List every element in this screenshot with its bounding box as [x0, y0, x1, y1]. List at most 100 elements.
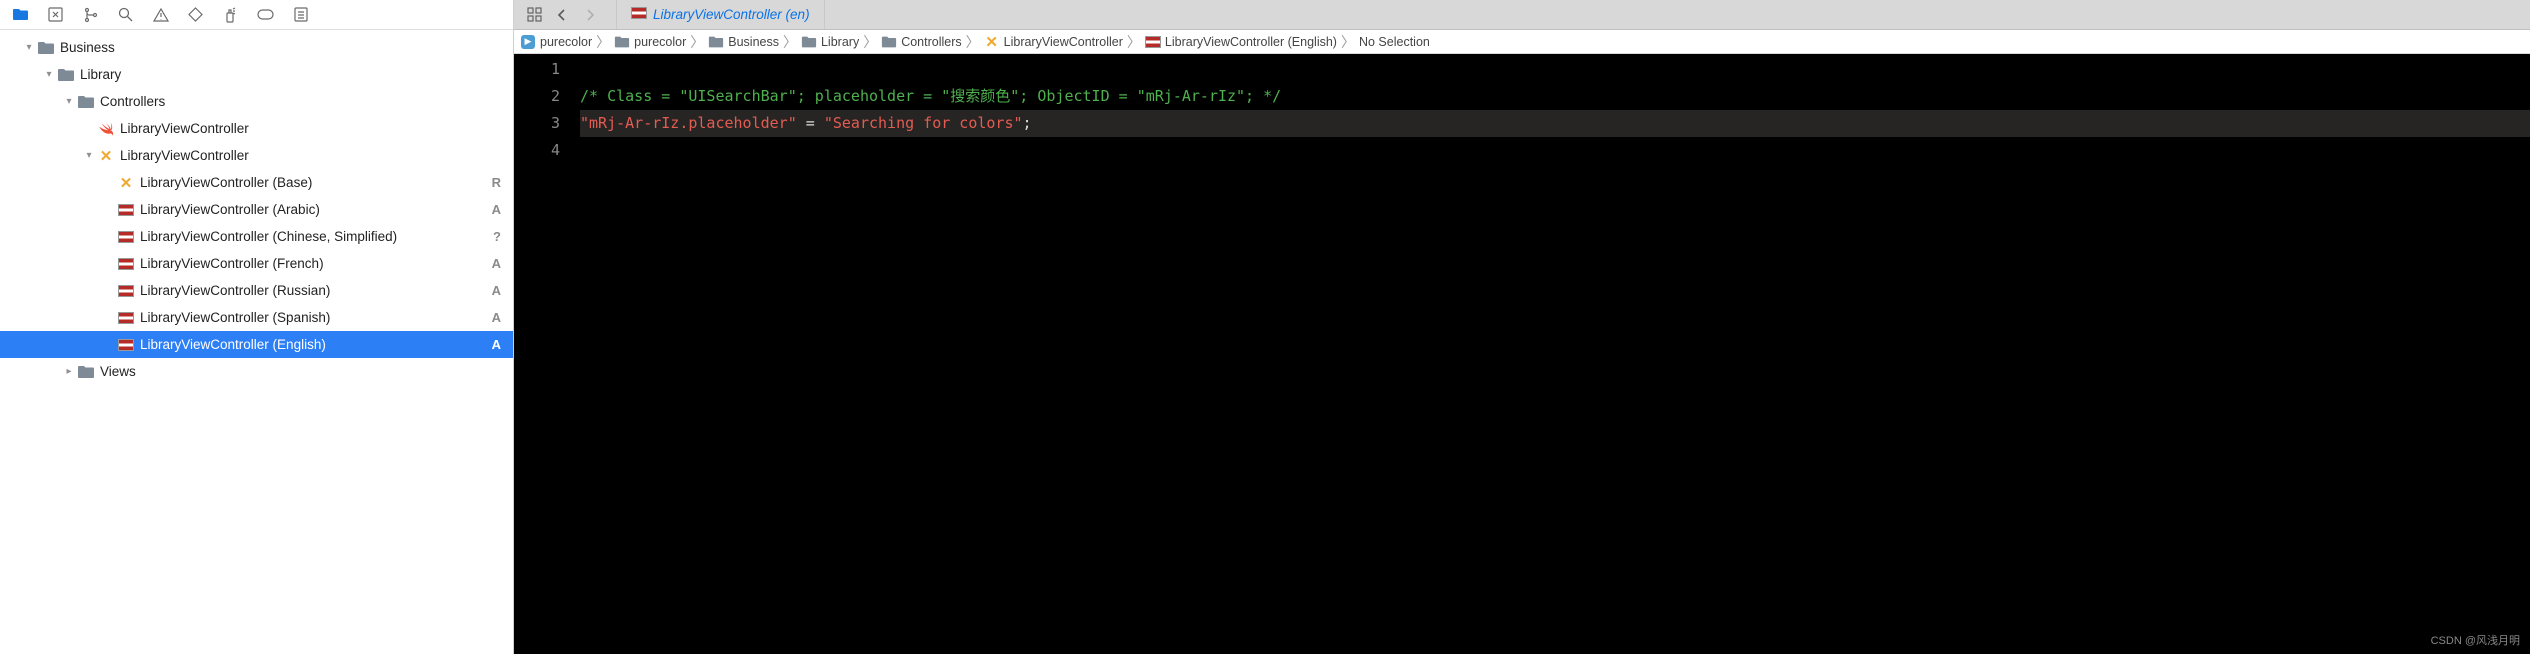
code-line[interactable]: "mRj-Ar-rIz.placeholder" = "Searching fo… [580, 110, 2530, 137]
spray-icon[interactable] [222, 6, 239, 23]
breadcrumb-item[interactable]: ▶ purecolor [520, 34, 592, 50]
tree-row[interactable]: LibraryViewController (Spanish) A [0, 304, 513, 331]
tree-row[interactable]: ✕ LibraryViewController (Base) R [0, 169, 513, 196]
forward-icon[interactable] [580, 5, 600, 25]
tree-row[interactable]: ▾Controllers [0, 88, 513, 115]
tree-item-label: LibraryViewController (Base) [140, 175, 484, 190]
folder-icon [76, 363, 96, 381]
tree-row[interactable]: ▾ Library [0, 61, 513, 88]
breadcrumb-item[interactable]: Business [708, 34, 779, 50]
xib-icon: ✕ [116, 174, 136, 192]
tree-item-label: LibraryViewController (French) [140, 256, 484, 271]
breadcrumb-label: LibraryViewController (English) [1165, 35, 1337, 49]
square-x-icon[interactable] [47, 6, 64, 23]
breadcrumb-item[interactable]: Controllers [881, 34, 961, 50]
tree-row[interactable]: ▾✕LibraryViewController [0, 142, 513, 169]
back-icon[interactable] [552, 5, 572, 25]
xib-icon: ✕ [984, 34, 1000, 50]
breadcrumb-item[interactable]: LibraryViewController (English) [1145, 34, 1337, 50]
code-line[interactable]: /* Class = "UISearchBar"; placeholder = … [580, 83, 2530, 110]
scm-badge: R [492, 175, 501, 190]
line-gutter: 1234 [514, 54, 572, 654]
folder-icon [76, 93, 96, 111]
breadcrumb-label: purecolor [634, 35, 686, 49]
breadcrumb-label: purecolor [540, 35, 592, 49]
tree-item-label: LibraryViewController [120, 121, 501, 136]
folder-icon [708, 34, 724, 50]
chevron-right-icon: 〉 [1127, 32, 1141, 52]
tree-row[interactable]: LibraryViewController (Chinese, Simplifi… [0, 223, 513, 250]
tree-row[interactable]: ▸ Views [0, 358, 513, 385]
breadcrumb-label: Controllers [901, 35, 961, 49]
editor-pane: LibraryViewController (en) ▶ purecolor 〉 pu… [514, 0, 2530, 654]
file-tree: ▾ Business ▾ Library ▾Controllers LibraryView… [0, 30, 513, 654]
tree-row[interactable]: LibraryViewController [0, 115, 513, 142]
strings-icon [116, 285, 136, 297]
chevron-icon[interactable]: ▾ [42, 69, 56, 80]
tree-row[interactable]: LibraryViewController (Arabic) A [0, 196, 513, 223]
folder-icon [36, 39, 56, 57]
chevron-right-icon: 〉 [863, 32, 877, 52]
tree-item-label: LibraryViewController (Chinese, Simplifi… [140, 229, 485, 244]
line-number: 3 [514, 110, 560, 137]
scm-badge: A [492, 310, 501, 325]
chevron-icon[interactable]: ▾ [82, 150, 96, 161]
tree-item-label: LibraryViewController (Spanish) [140, 310, 484, 325]
code-area[interactable]: /* Class = "UISearchBar"; placeholder = … [572, 54, 2530, 654]
scm-badge: A [492, 256, 501, 271]
scm-icon[interactable] [82, 6, 99, 23]
breadcrumb-label: No Selection [1359, 35, 1430, 49]
tree-item-label: Library [80, 67, 501, 82]
line-number: 2 [514, 83, 560, 110]
warning-icon[interactable] [152, 6, 169, 23]
search-icon[interactable] [117, 6, 134, 23]
code-editor[interactable]: 1234 /* Class = "UISearchBar"; placehold… [514, 54, 2530, 654]
breadcrumb-item[interactable]: ✕ LibraryViewController [984, 34, 1123, 50]
chevron-right-icon: 〉 [783, 32, 797, 52]
scm-badge: ? [493, 229, 501, 244]
scm-badge: A [492, 202, 501, 217]
chevron-icon[interactable]: ▾ [62, 96, 76, 107]
app-icon: ▶ [520, 34, 536, 50]
related-items-icon[interactable] [524, 5, 544, 25]
list-icon[interactable] [292, 6, 309, 23]
scm-badge: A [492, 337, 501, 352]
diamond-icon[interactable] [187, 6, 204, 23]
tree-item-label: Views [100, 364, 501, 379]
breadcrumb-item[interactable]: Library [801, 34, 859, 50]
xib-icon: ✕ [96, 147, 116, 165]
editor-tab[interactable]: LibraryViewController (en) [616, 0, 825, 29]
tree-row[interactable]: LibraryViewController (French) A [0, 250, 513, 277]
tab-label: LibraryViewController (en) [653, 7, 810, 22]
swift-icon [96, 120, 116, 138]
strings-icon [1145, 34, 1161, 50]
tree-item-label: LibraryViewController (Russian) [140, 283, 484, 298]
strings-icon [116, 204, 136, 216]
scm-badge: A [492, 283, 501, 298]
watermark: CSDN @风浅月明 [2431, 632, 2520, 648]
breadcrumb-item[interactable]: No Selection [1359, 35, 1430, 49]
code-line[interactable] [580, 137, 2530, 164]
tree-item-label: Business [60, 40, 501, 55]
strings-icon [116, 258, 136, 270]
chevron-icon[interactable]: ▸ [62, 366, 76, 377]
folder-icon [881, 34, 897, 50]
tree-item-label: LibraryViewController (Arabic) [140, 202, 484, 217]
tree-row[interactable]: LibraryViewController (Russian) A [0, 277, 513, 304]
line-number: 4 [514, 137, 560, 164]
breadcrumb-bar: ▶purecolor〉purecolor〉Business〉Library〉Co… [514, 30, 2530, 54]
folder-icon [614, 34, 630, 50]
editor-header: LibraryViewController (en) [514, 0, 2530, 30]
tree-row[interactable]: ▾ Business [0, 34, 513, 61]
breadcrumb-label: Business [728, 35, 779, 49]
navigator-pane: ▾ Business ▾ Library ▾Controllers LibraryView… [0, 0, 514, 654]
breadcrumb-label: LibraryViewController [1004, 35, 1123, 49]
breadcrumb-item[interactable]: purecolor [614, 34, 686, 50]
chevron-icon[interactable]: ▾ [22, 42, 36, 53]
pill-icon[interactable] [257, 6, 274, 23]
folder-icon[interactable] [12, 6, 29, 23]
code-line[interactable] [580, 56, 2530, 83]
line-number: 1 [514, 56, 560, 83]
tree-item-label: LibraryViewController (English) [140, 337, 484, 352]
tree-row[interactable]: LibraryViewController (English) A [0, 331, 513, 358]
